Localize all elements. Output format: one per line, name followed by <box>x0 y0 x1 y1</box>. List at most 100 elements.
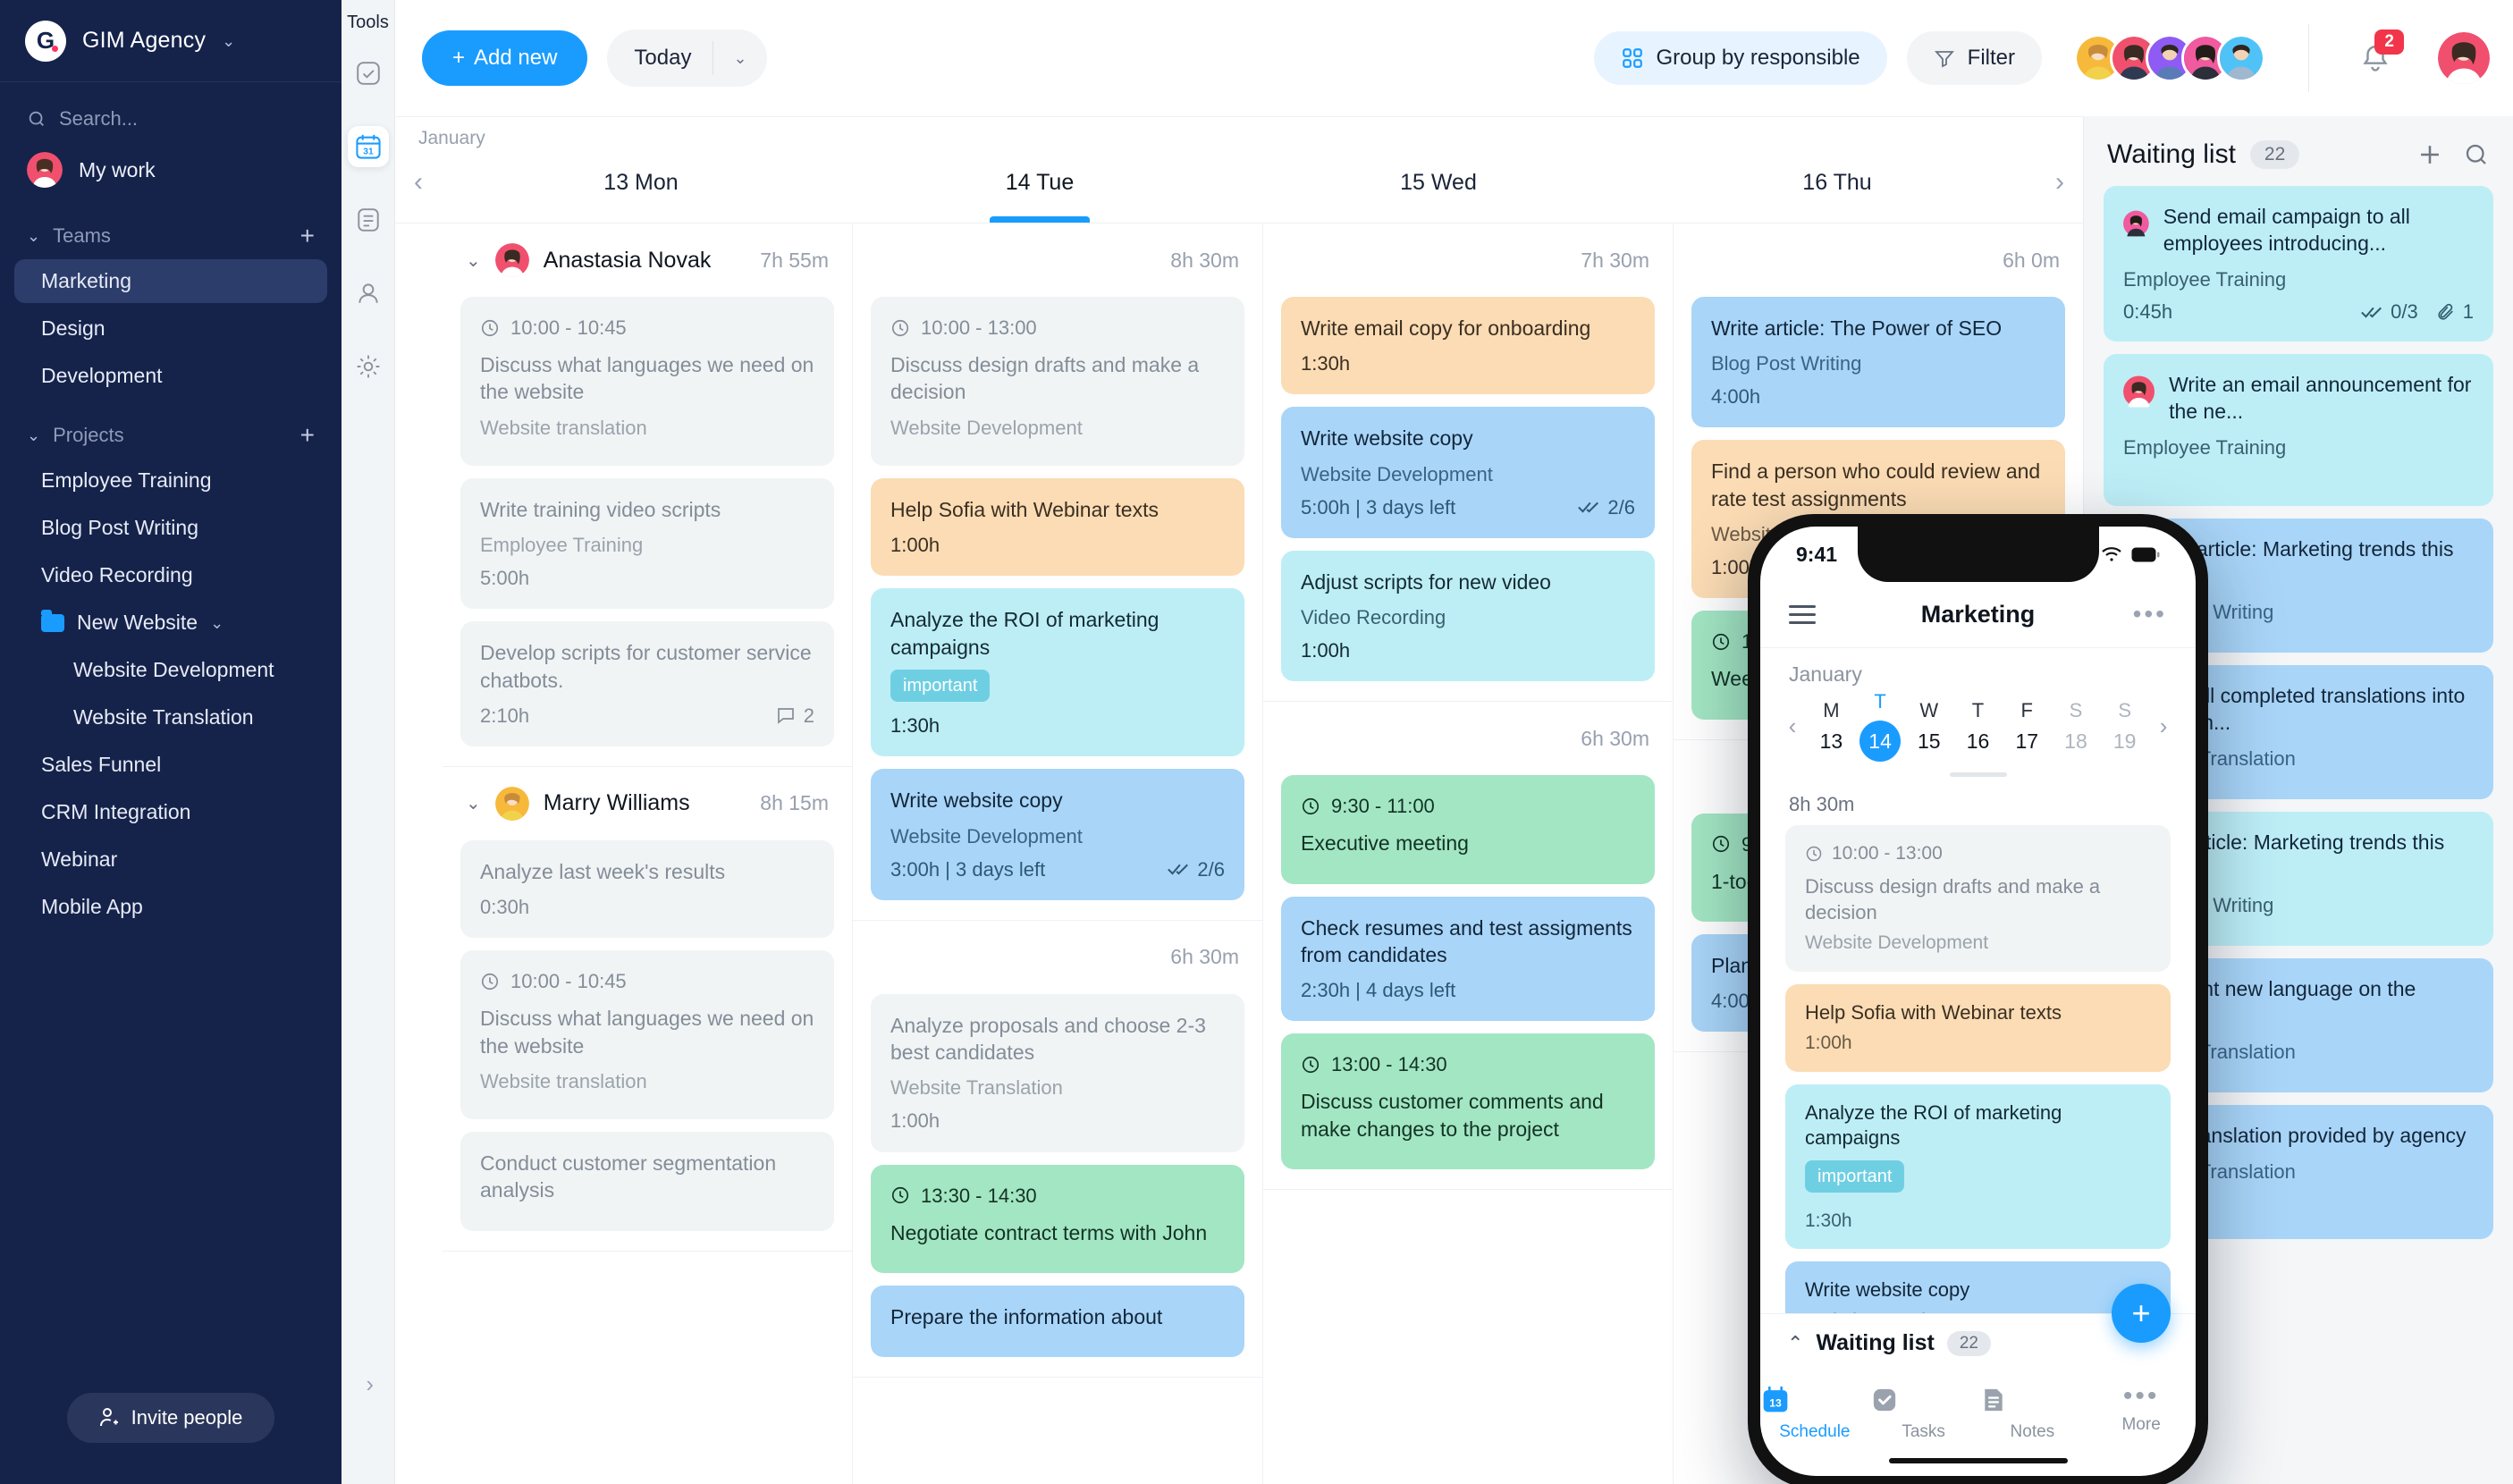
person-row-header[interactable]: ⌄ Anastasia Novak 7h 55m <box>443 223 852 297</box>
date-column-header-16-thu[interactable]: 16 Thu <box>1638 142 2037 223</box>
sidebar-item-design[interactable]: Design <box>14 307 327 350</box>
sidebar-item-sales-funnel[interactable]: Sales Funnel <box>14 743 327 787</box>
task-card[interactable]: Prepare the information about <box>871 1285 1244 1358</box>
add-new-button[interactable]: + Add new <box>422 30 588 86</box>
task-card[interactable]: 13:30 - 14:30 Negotiate contract terms w… <box>871 1164 1244 1273</box>
search-icon <box>29 111 44 126</box>
projects-group-header[interactable]: ⌄ Projects + <box>0 400 342 457</box>
task-card[interactable]: Help Sofia with Webinar texts 1:00h <box>871 477 1244 577</box>
date-column-header-14-tue[interactable]: 14 Tue <box>840 142 1239 223</box>
search-icon[interactable] <box>2463 141 2490 168</box>
user-avatar[interactable] <box>2438 32 2490 84</box>
task-card[interactable]: Adjust scripts for new video Video Recor… <box>1281 550 1655 682</box>
phone-day-15[interactable]: W 15 <box>1904 699 1953 754</box>
battery-icon <box>2131 547 2160 561</box>
task-card[interactable]: 10:00 - 10:45 Discuss what languages we … <box>460 950 834 1120</box>
task-card[interactable]: Write website copy Website Development 3… <box>871 769 1244 900</box>
tab-tasks[interactable]: Tasks <box>1869 1385 1978 1442</box>
sidebar-item-development[interactable]: Development <box>14 354 327 398</box>
phone-day-16[interactable]: T 16 <box>1953 699 2003 754</box>
prev-week-button[interactable]: ‹ <box>395 167 442 198</box>
task-card[interactable]: Analyze last week's results 0:30h <box>460 839 834 939</box>
chevron-down-icon[interactable]: ⌄ <box>466 792 481 814</box>
task-card[interactable]: 10:00 - 10:45 Discuss what languages we … <box>460 297 834 466</box>
task-title: Analyze the ROI of marketing campaigns <box>1805 1100 2062 1150</box>
row-section: ⌄ Marry Williams 8h 15m Analyze last wee… <box>443 767 852 1252</box>
ellipsis-icon[interactable]: ••• <box>2133 602 2167 627</box>
chevron-up-icon[interactable]: ⌃ <box>1787 1332 1803 1355</box>
date-column-header-15-wed[interactable]: 15 Wed <box>1239 142 1638 223</box>
task-card[interactable]: Analyze the ROI of marketing campaigns i… <box>871 588 1244 757</box>
phone-next-week-button[interactable]: › <box>2149 712 2178 740</box>
waiting-list-item[interactable]: Send email campaign to all employees int… <box>2104 186 2493 341</box>
sidebar-item-website-translation[interactable]: Website Translation <box>14 696 327 739</box>
phone-waiting-list-bar[interactable]: ⌃ Waiting list 22 + <box>1760 1284 2196 1372</box>
sidebar-item-webinar[interactable]: Webinar <box>14 838 327 881</box>
phone-prev-week-button[interactable]: ‹ <box>1778 712 1807 740</box>
add-team-button[interactable]: + <box>300 223 315 249</box>
invite-people-button[interactable]: Invite people <box>66 1393 275 1443</box>
sidebar-collapse-button[interactable]: › <box>366 1370 374 1398</box>
plus-icon[interactable] <box>2415 139 2445 170</box>
task-card-list: Analyze proposals and choose 2-3 best ca… <box>853 993 1262 1378</box>
person-row-header[interactable]: ⌄ Marry Williams 8h 15m <box>443 767 852 840</box>
sidebar-item-blog-post-writing[interactable]: Blog Post Writing <box>14 506 327 550</box>
waiting-list-item[interactable]: Write an email announcement for the ne..… <box>2104 353 2493 506</box>
team-avatar-stack[interactable] <box>2074 34 2265 82</box>
calendar-13-icon: 13 <box>1760 1385 1869 1415</box>
group-by-responsible-button[interactable]: Group by responsible <box>1593 31 1887 85</box>
phone-day-19[interactable]: S 19 <box>2100 699 2149 754</box>
tab-more[interactable]: ••• More <box>2087 1383 2196 1442</box>
add-task-fab[interactable]: + <box>2112 1284 2171 1343</box>
date-navigation: January ‹ 13 Mon 14 Tue 15 Wed 16 Thu › <box>395 117 2083 223</box>
next-week-button[interactable]: › <box>2037 167 2083 198</box>
gear-icon <box>357 355 379 378</box>
tab-notes[interactable]: Notes <box>1978 1385 2087 1442</box>
task-card[interactable]: 10:00 - 13:00 Discuss design drafts and … <box>871 297 1244 466</box>
sidebar-item-my-work[interactable]: My work <box>0 139 342 200</box>
task-card[interactable]: Write training video scripts Employee Tr… <box>460 477 834 610</box>
phone-day-18[interactable]: S 18 <box>2052 699 2101 754</box>
rail-item-calendar[interactable]: 31 <box>347 126 389 167</box>
sidebar-item-crm-integration[interactable]: CRM Integration <box>14 790 327 834</box>
task-card[interactable]: 9:30 - 11:00 Executive meeting <box>1281 775 1655 884</box>
hamburger-icon[interactable] <box>1789 605 1816 624</box>
sidebar-item-video-recording[interactable]: Video Recording <box>14 553 327 597</box>
tab-schedule[interactable]: 13 Schedule <box>1760 1385 1869 1442</box>
task-card[interactable]: Analyze proposals and choose 2-3 best ca… <box>871 993 1244 1152</box>
sidebar-item-employee-training[interactable]: Employee Training <box>14 459 327 502</box>
sidebar-item-website-development[interactable]: Website Development <box>14 648 327 692</box>
rail-item-tasks[interactable] <box>348 53 389 94</box>
chevron-down-icon[interactable]: ⌄ <box>713 33 766 84</box>
workspace-switcher[interactable]: G GIM Agency ⌄ <box>0 0 342 82</box>
sidebar-item-mobile-app[interactable]: Mobile App <box>14 885 327 929</box>
phone-day-17[interactable]: F 17 <box>2003 699 2052 754</box>
search-input[interactable]: Search... <box>0 82 342 139</box>
teams-group-header[interactable]: ⌄ Teams + <box>0 200 342 257</box>
task-card[interactable]: 13:00 - 14:30 Discuss customer comments … <box>1281 1033 1655 1170</box>
rail-item-people[interactable] <box>348 273 389 314</box>
task-comments: 2 <box>775 703 814 729</box>
task-card[interactable]: Develop scripts for customer service cha… <box>460 621 834 746</box>
task-card[interactable]: Conduct customer segmentation analysis <box>460 1132 834 1231</box>
task-card[interactable]: Help Sofia with Webinar texts 1:00h <box>1785 983 2171 1072</box>
rail-item-notes[interactable] <box>348 199 389 240</box>
task-card[interactable]: Write article: The Power of SEO Blog Pos… <box>1691 297 2065 428</box>
date-column-header-13-mon[interactable]: 13 Mon <box>442 142 840 223</box>
rail-item-settings[interactable] <box>348 346 389 387</box>
sidebar-folder-new-website[interactable]: New Website ⌄ <box>14 601 327 645</box>
phone-day-14[interactable]: T 14 <box>1856 690 1905 762</box>
task-card[interactable]: Write email copy for onboarding 1:30h <box>1281 297 1655 395</box>
add-project-button[interactable]: + <box>300 423 315 448</box>
task-card[interactable]: Analyze the ROI of marketing campaigns i… <box>1785 1083 2171 1250</box>
notifications-button[interactable]: 2 <box>2352 30 2404 81</box>
phone-day-13[interactable]: M 13 <box>1807 699 1856 754</box>
filter-button[interactable]: Filter <box>1906 31 2042 85</box>
paperclip-icon <box>2438 303 2453 320</box>
task-card[interactable]: Check resumes and test assigments from c… <box>1281 896 1655 1022</box>
chevron-down-icon[interactable]: ⌄ <box>466 249 481 272</box>
task-card[interactable]: 10:00 - 13:00 Discuss design drafts and … <box>1785 825 2171 972</box>
sidebar-item-marketing[interactable]: Marketing <box>14 259 327 303</box>
task-card[interactable]: Write website copy Website Development 5… <box>1281 407 1655 538</box>
today-selector[interactable]: Today ⌄ <box>607 30 767 87</box>
